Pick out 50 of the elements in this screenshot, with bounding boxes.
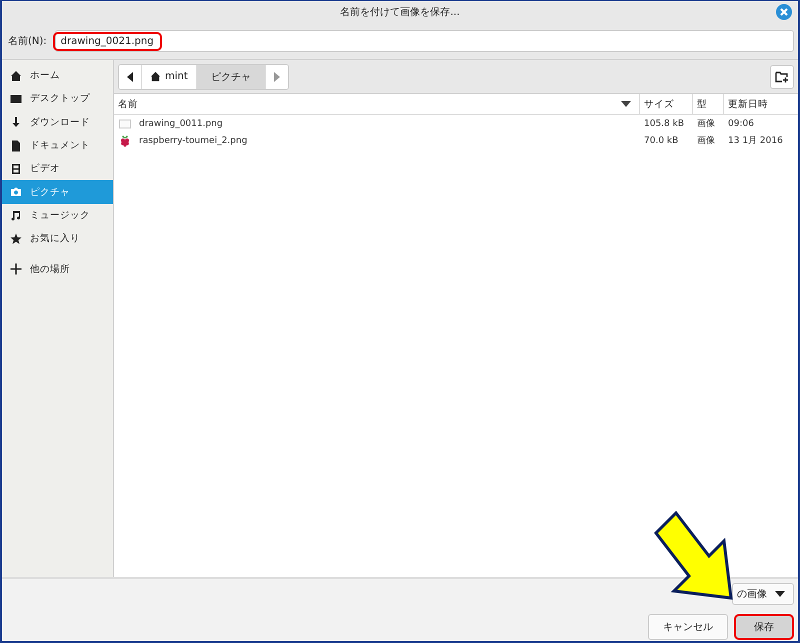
sidebar-item[interactable]: デスクトップ bbox=[2, 87, 113, 111]
close-icon[interactable] bbox=[776, 4, 792, 20]
music-note-icon bbox=[10, 209, 22, 222]
file-size: 105.8 kB bbox=[643, 118, 686, 128]
window-title: 名前を付けて画像を保存... bbox=[340, 6, 460, 19]
home-icon bbox=[10, 70, 22, 82]
sidebar-item[interactable]: ホーム bbox=[2, 64, 113, 88]
download-icon bbox=[10, 116, 22, 128]
left-arrow-icon bbox=[127, 72, 133, 82]
file-type: 画像 bbox=[696, 118, 716, 130]
file-size: 70.0 kB bbox=[643, 136, 680, 146]
folder-plus-icon bbox=[775, 70, 789, 82]
column-header[interactable]: 型 bbox=[693, 94, 724, 114]
filename-field[interactable]: drawing_0021.png bbox=[54, 30, 794, 52]
file-row[interactable]: drawing_0011.png 105.8 kB 画像 09:06 bbox=[114, 115, 798, 132]
document-icon bbox=[10, 140, 22, 152]
right-arrow-icon bbox=[274, 72, 280, 82]
home-icon bbox=[150, 71, 161, 82]
caret-icon bbox=[775, 591, 785, 597]
file-name: drawing_0011.png bbox=[139, 118, 223, 128]
save-button[interactable]: 保存 bbox=[734, 614, 794, 640]
file-type: 画像 bbox=[696, 134, 716, 147]
cancel-button[interactable]: キャンセル bbox=[648, 614, 728, 640]
column-header[interactable]: サイズ bbox=[640, 94, 693, 114]
sidebar-item[interactable]: 他の場所 bbox=[2, 257, 113, 281]
star-icon bbox=[10, 232, 22, 245]
camera-icon bbox=[10, 186, 22, 198]
blank-image-icon bbox=[119, 118, 131, 130]
sidebar-item[interactable]: ビデオ bbox=[2, 157, 113, 180]
sort-arrow-icon bbox=[621, 101, 631, 107]
column-header[interactable]: 更新日時 bbox=[724, 94, 798, 114]
file-modified: 09:06 bbox=[727, 118, 755, 128]
filename-value: drawing_0021.png bbox=[52, 32, 162, 50]
new-folder-button[interactable] bbox=[770, 64, 794, 88]
sidebar-item[interactable]: ミュージック bbox=[2, 204, 113, 228]
file-name: raspberry-toumei_2.png bbox=[139, 136, 248, 146]
sidebar-item[interactable]: お気に入り bbox=[2, 227, 113, 250]
file-type-dropdown[interactable]: の画像 bbox=[732, 583, 794, 605]
path-button[interactable]: ピクチャ bbox=[196, 64, 266, 88]
plus-icon bbox=[10, 263, 22, 276]
name-label: 名前(N): bbox=[8, 35, 47, 48]
film-icon bbox=[10, 162, 22, 175]
sidebar-item[interactable]: ドキュメント bbox=[2, 134, 113, 158]
file-modified: 13 1月 2016 bbox=[727, 135, 784, 147]
back-button[interactable] bbox=[119, 64, 142, 88]
monitor-icon bbox=[10, 92, 22, 105]
file-row[interactable]: raspberry-toumei_2.png 70.0 kB 画像 13 1月 2016 bbox=[114, 132, 798, 149]
column-header[interactable]: 名前 bbox=[114, 94, 640, 114]
raspberry-icon bbox=[119, 134, 131, 146]
sidebar-item[interactable]: ダウンロード bbox=[2, 110, 113, 134]
